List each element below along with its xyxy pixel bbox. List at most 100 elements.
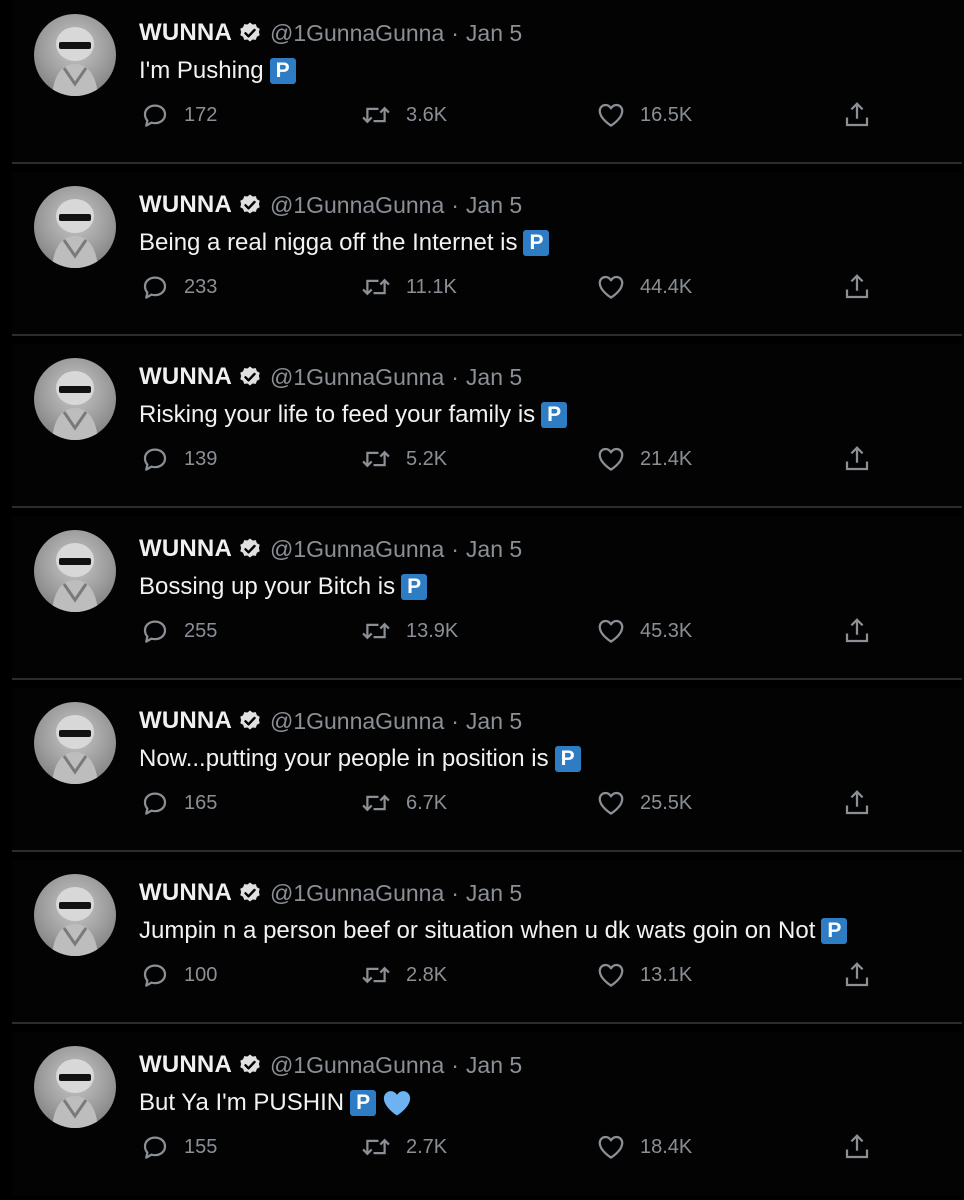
retweet-button[interactable]: 2.8K: [360, 958, 447, 992]
display-name[interactable]: WUNNA: [139, 879, 232, 907]
retweet-button[interactable]: 5.2K: [360, 442, 447, 476]
retweet-count: 6.7K: [406, 791, 448, 814]
reply-icon: [143, 792, 167, 815]
tweet[interactable]: WUNNA @1GunnaGunna · Jan 5 I'm Pushing P…: [12, 0, 962, 164]
tweet-text: Bossing up your Bitch is P: [139, 570, 428, 604]
retweet-count: 2.8K: [406, 963, 448, 986]
avatar[interactable]: [34, 530, 116, 612]
like-button[interactable]: 45.3K: [596, 614, 692, 648]
timestamp[interactable]: Jan 5: [466, 536, 522, 563]
avatar[interactable]: [34, 186, 116, 268]
tweet-header: WUNNA @1GunnaGunna · Jan 5: [139, 16, 522, 50]
tweet[interactable]: WUNNA @1GunnaGunna · Jan 5 Being a real …: [12, 172, 962, 336]
like-count: 13.1K: [640, 963, 693, 986]
like-button[interactable]: 21.4K: [596, 442, 692, 476]
tweet[interactable]: WUNNA @1GunnaGunna · Jan 5 Risking your …: [12, 344, 962, 508]
share-icon: [845, 790, 869, 815]
handle[interactable]: @1GunnaGunna: [270, 364, 444, 391]
share-icon: [845, 102, 869, 127]
handle[interactable]: @1GunnaGunna: [270, 536, 444, 563]
display-name[interactable]: WUNNA: [139, 535, 232, 563]
like-button[interactable]: 16.5K: [596, 98, 692, 132]
timestamp[interactable]: Jan 5: [466, 1052, 522, 1079]
avatar[interactable]: [34, 702, 116, 784]
avatar[interactable]: [34, 358, 116, 440]
like-button[interactable]: 25.5K: [596, 786, 692, 820]
display-name[interactable]: WUNNA: [139, 1051, 232, 1079]
reply-icon: [143, 964, 167, 987]
handle[interactable]: @1GunnaGunna: [270, 20, 444, 47]
verified-badge-icon: [238, 193, 262, 217]
tweet[interactable]: WUNNA @1GunnaGunna · Jan 5 Jumpin n a pe…: [12, 860, 962, 1024]
handle[interactable]: @1GunnaGunna: [270, 192, 444, 219]
retweet-icon: [362, 1138, 390, 1156]
reply-icon: [143, 1136, 167, 1159]
tweet-text: Being a real nigga off the Internet is P: [139, 226, 550, 260]
reply-button[interactable]: 172: [140, 98, 217, 132]
share-button[interactable]: [842, 614, 872, 648]
display-name[interactable]: WUNNA: [139, 707, 232, 735]
reply-button[interactable]: 233: [140, 270, 217, 304]
timestamp[interactable]: Jan 5: [466, 192, 522, 219]
tweet-text: Now...putting your people in position is…: [139, 742, 581, 776]
retweet-button[interactable]: 13.9K: [360, 614, 458, 648]
p-button-emoji: P: [269, 58, 296, 84]
tweet-text-body: Jumpin n a person beef or situation when…: [139, 917, 816, 944]
tweet-header: WUNNA @1GunnaGunna · Jan 5: [139, 188, 522, 222]
share-button[interactable]: [842, 270, 872, 304]
tweet-actions: 100 2.8K 13.1K: [12, 958, 962, 992]
share-button[interactable]: [842, 786, 872, 820]
reply-button[interactable]: 165: [140, 786, 217, 820]
retweet-count: 11.1K: [406, 275, 457, 298]
verified-badge-icon: [238, 1053, 262, 1077]
avatar[interactable]: [34, 14, 116, 96]
like-button[interactable]: 44.4K: [596, 270, 692, 304]
display-name[interactable]: WUNNA: [139, 363, 232, 391]
heart-icon: [598, 447, 624, 471]
retweet-button[interactable]: 2.7K: [360, 1130, 447, 1164]
avatar-image: [52, 543, 98, 612]
timestamp[interactable]: Jan 5: [466, 364, 522, 391]
tweet[interactable]: WUNNA @1GunnaGunna · Jan 5 But Ya I'm PU…: [12, 1032, 962, 1196]
p-button-emoji: P: [541, 402, 568, 428]
reply-count: 172: [184, 103, 218, 126]
timestamp[interactable]: Jan 5: [466, 880, 522, 907]
reply-button[interactable]: 255: [140, 614, 217, 648]
tweet[interactable]: WUNNA @1GunnaGunna · Jan 5 Bossing up yo…: [12, 516, 962, 680]
share-button[interactable]: [842, 1130, 872, 1164]
verified-badge-icon: [238, 709, 262, 733]
avatar[interactable]: [34, 874, 116, 956]
like-button[interactable]: 18.4K: [596, 1130, 692, 1164]
share-icon: [845, 618, 869, 643]
display-name[interactable]: WUNNA: [139, 191, 232, 219]
p-button-emoji: P: [523, 230, 550, 256]
tweet-actions: 139 5.2K 21.4K: [12, 442, 962, 476]
retweet-count: 2.7K: [406, 1135, 448, 1158]
handle[interactable]: @1GunnaGunna: [270, 1052, 444, 1079]
handle[interactable]: @1GunnaGunna: [270, 880, 444, 907]
separator: ·: [451, 191, 459, 218]
heart-icon: [598, 1135, 624, 1159]
reply-button[interactable]: 155: [140, 1130, 217, 1164]
handle[interactable]: @1GunnaGunna: [270, 708, 444, 735]
retweet-button[interactable]: 3.6K: [360, 98, 447, 132]
reply-button[interactable]: 100: [140, 958, 217, 992]
share-button[interactable]: [842, 442, 872, 476]
tweet[interactable]: WUNNA @1GunnaGunna · Jan 5 Now...putting…: [12, 688, 962, 852]
avatar-image: [52, 27, 98, 96]
tweet-actions: 233 11.1K 44.4K: [12, 270, 962, 304]
share-button[interactable]: [842, 958, 872, 992]
reply-button[interactable]: 139: [140, 442, 217, 476]
timestamp[interactable]: Jan 5: [466, 20, 522, 47]
timestamp[interactable]: Jan 5: [466, 708, 522, 735]
separator: ·: [451, 19, 459, 46]
retweet-button[interactable]: 6.7K: [360, 786, 447, 820]
like-button[interactable]: 13.1K: [596, 958, 692, 992]
share-button[interactable]: [842, 98, 872, 132]
heart-icon: [598, 963, 624, 987]
retweet-button[interactable]: 11.1K: [360, 270, 457, 304]
separator: ·: [451, 535, 459, 562]
display-name[interactable]: WUNNA: [139, 19, 232, 47]
avatar-image: [52, 1059, 98, 1128]
avatar[interactable]: [34, 1046, 116, 1128]
